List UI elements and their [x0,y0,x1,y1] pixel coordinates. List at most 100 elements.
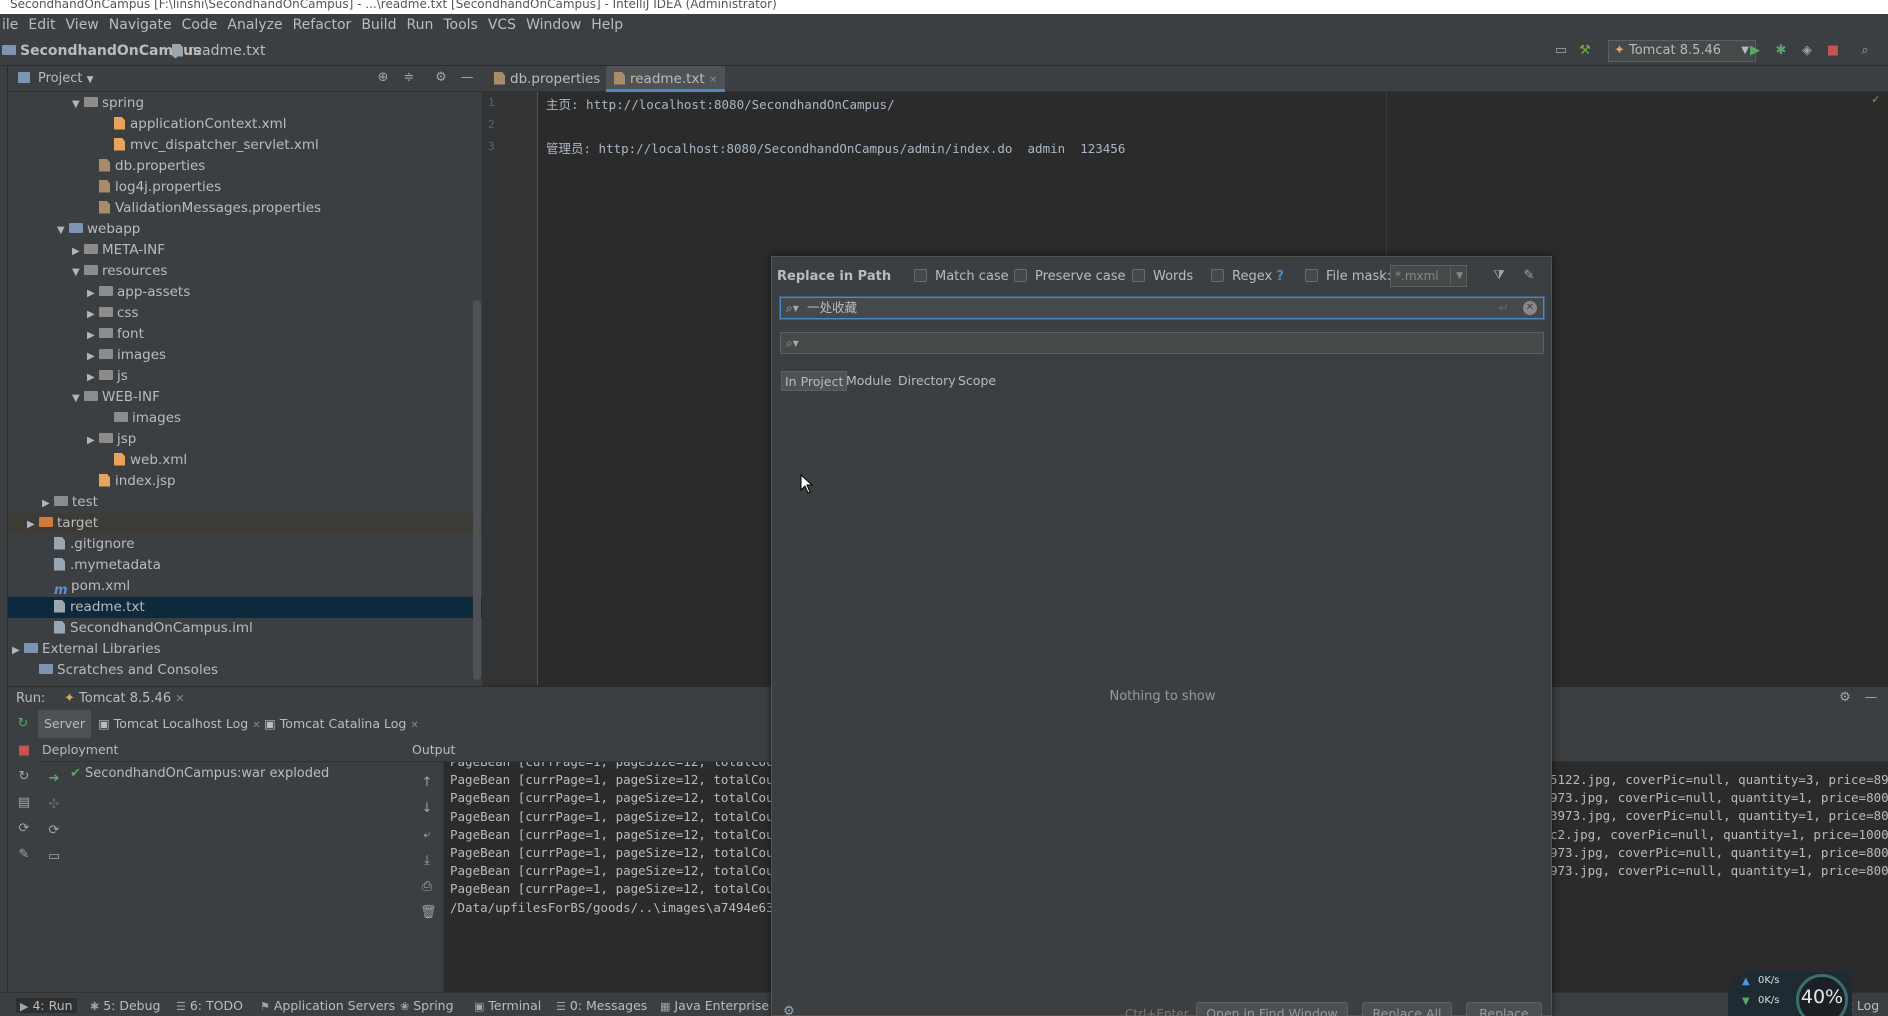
run-config-tab[interactable]: ✦ Tomcat 8.5.46 ✕ [64,691,184,706]
deployment-item[interactable]: ✔ SecondhandOnCampus:war exploded [70,766,329,781]
expand-arrow-icon[interactable]: ▼ [72,388,84,409]
scroll-to-end-icon[interactable]: ⤓ [420,854,434,868]
menu-item[interactable]: Refactor [293,17,352,33]
tab-tomcat-catalina-log[interactable]: ▣ Tomcat Catalina Log ✕ [258,710,425,738]
tab-server[interactable]: Server [38,710,91,738]
tree-item[interactable]: readme.txt [8,597,482,618]
scope-module[interactable]: Module [843,371,894,391]
menu-item[interactable]: Navigate [109,17,172,33]
preserve-case-checkbox[interactable]: Preserve case [1014,269,1126,284]
tree-item[interactable]: ▼ resources [8,261,482,282]
layout-icon[interactable]: ▤ [17,796,31,810]
arrow-up-icon[interactable]: ↑ [420,776,434,790]
menu-item[interactable]: Run [406,17,433,33]
search-input[interactable]: ⌕▾ 一处收藏 ↵ ✕ [780,297,1544,319]
expand-arrow-icon[interactable]: ▼ [72,262,84,283]
expand-arrow-icon[interactable]: ▶ [87,283,99,304]
menu-item[interactable]: Build [361,17,396,33]
expand-arrow-icon[interactable]: ▶ [42,493,54,514]
tree-item[interactable]: ▼ webapp [8,219,482,240]
tree-item[interactable]: db.properties [8,156,482,177]
tree-item[interactable]: ▶ app-assets [8,282,482,303]
tree-item[interactable]: log4j.properties [8,177,482,198]
menu-item[interactable]: Help [591,17,623,33]
tree-item[interactable]: ▶ jsp [8,429,482,450]
regex-checkbox[interactable]: Regex ? [1211,269,1284,284]
deploy-icon[interactable]: ➜ [47,772,61,786]
redeploy-icon[interactable]: ⟳ [47,824,61,838]
regex-help-link[interactable]: ? [1276,269,1284,284]
tool-window-button[interactable]: ☰ 6: TODO [176,998,243,1013]
tree-item[interactable]: mvc_dispatcher_servlet.xml [8,135,482,156]
expand-arrow-icon[interactable]: ▶ [87,367,99,388]
menu-item[interactable]: Tools [443,17,478,33]
server-icon[interactable]: ▭ [47,850,61,864]
file-mask-input[interactable]: *.mxml ▼ [1390,265,1467,287]
editor-tab[interactable]: db.properties ✕ [486,66,621,92]
menu-item[interactable]: Analyze [227,17,282,33]
undeploy-icon[interactable]: ✣ [47,798,61,812]
replace-button[interactable]: Replace [1466,1002,1542,1016]
tree-item[interactable]: SecondhandOnCampus.iml [8,618,482,639]
tree-item[interactable]: ▶ css [8,303,482,324]
close-icon[interactable]: ✕ [709,75,717,86]
hide-icon[interactable]: — [1864,691,1878,705]
replace-input[interactable]: ⌕▾ [780,332,1544,354]
project-view-select[interactable]: Project ▼ [38,71,94,86]
search-everywhere-icon[interactable]: ⌕ [1858,44,1872,58]
clear-icon[interactable]: ✕ [1523,301,1537,315]
refresh-icon[interactable]: ⟳ [17,822,31,836]
tree-item[interactable]: index.jsp [8,471,482,492]
open-in-find-window-button[interactable]: Open in Find Window [1196,1002,1348,1016]
tool-window-button[interactable]: ⚑ Application Servers [260,998,395,1013]
tree-item[interactable]: ▶ target [8,513,482,534]
collapse-all-icon[interactable]: ≑ [402,71,416,85]
rerun-icon[interactable]: ↻ [16,717,30,731]
menu-item[interactable]: ile [2,17,18,33]
menu-item[interactable]: Window [526,17,581,33]
gear-icon[interactable]: ⚙ [1838,691,1852,705]
tool-window-button[interactable]: ☰ 0: Messages [556,998,647,1013]
breadcrumb-file[interactable]: readme.txt [172,43,266,59]
arrow-down-icon[interactable]: ↓ [420,802,434,816]
debug-icon[interactable]: ✱ [1774,44,1788,58]
gear-icon[interactable]: ⚙ [782,1005,796,1016]
expand-arrow-icon[interactable]: ▶ [87,304,99,325]
scope-in-project[interactable]: In Project [781,371,848,391]
menu-item[interactable]: VCS [488,17,516,33]
tool-window-button[interactable]: ▦ Java Enterprise [660,998,769,1013]
tree-item[interactable]: ▶ js [8,366,482,387]
tree-item[interactable]: ▶ images [8,345,482,366]
restart-icon[interactable]: ↻ [17,770,31,784]
event-log[interactable]: t Log [1848,998,1879,1013]
tree-item[interactable]: ValidationMessages.properties [8,198,482,219]
stop-icon[interactable]: ■ [1826,44,1840,58]
tool-window-button[interactable]: ❀ Spring [400,998,454,1013]
expand-arrow-icon[interactable]: ▶ [72,241,84,262]
scope-custom[interactable]: Scope [955,371,999,391]
pin-icon[interactable]: ✎ [1522,269,1536,283]
expand-arrow-icon[interactable]: ▼ [57,220,69,241]
words-checkbox[interactable]: Words [1132,269,1193,284]
build-hammer-icon[interactable]: ⚒ [1578,44,1592,58]
print-icon[interactable]: ⎙ [420,880,434,894]
close-icon[interactable]: ✕ [175,692,184,705]
run-icon[interactable]: ▶ [1748,44,1762,58]
tree-item[interactable]: ▶ test [8,492,482,513]
replace-all-button[interactable]: Replace All [1362,1002,1452,1016]
tool-window-button[interactable]: ▣ Terminal [474,998,541,1013]
tree-item[interactable]: web.xml [8,450,482,471]
file-mask-checkbox[interactable]: File mask: [1305,269,1391,284]
soft-wrap-icon[interactable]: ⤶ [420,828,434,842]
tree-item[interactable]: .mymetadata [8,555,482,576]
tree-item[interactable]: ▼ WEB-INF [8,387,482,408]
tab-tomcat-localhost-log[interactable]: ▣ Tomcat Localhost Log ✕ [92,710,267,738]
tree-item[interactable]: .gitignore [8,534,482,555]
tree-item[interactable]: ▼ spring [8,93,482,114]
pin-icon[interactable]: ✎ [17,848,31,862]
tree-item[interactable]: ▶ External Libraries [8,639,482,660]
tree-item[interactable]: ▶ META-INF [8,240,482,261]
match-case-checkbox[interactable]: Match case [914,269,1009,284]
menu-item[interactable]: Edit [28,17,55,33]
tree-item[interactable]: images [8,408,482,429]
